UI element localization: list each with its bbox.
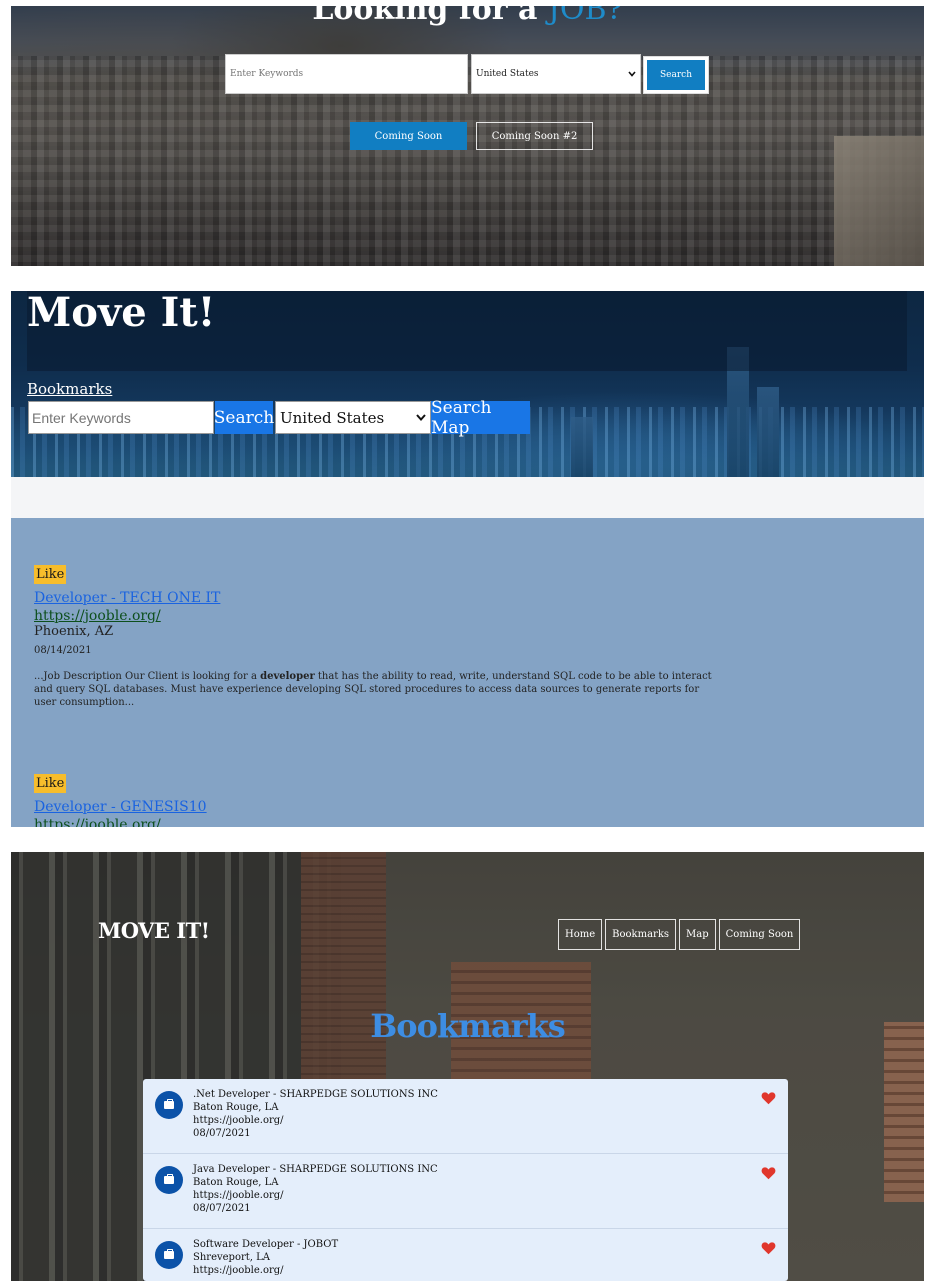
- job-result: Like Developer - TECH ONE IT https://joo…: [34, 563, 714, 709]
- bookmark-title: Software Developer - JOBOT: [193, 1239, 339, 1250]
- bookmark-date: 08/07/2021: [193, 1128, 251, 1139]
- hero-search-button-frame: Search: [643, 56, 709, 94]
- like-button[interactable]: Like: [34, 565, 67, 584]
- job-description-keyword: developer: [260, 671, 315, 682]
- country-select[interactable]: United States: [275, 401, 431, 434]
- spacer-strip: [11, 477, 924, 518]
- briefcase-icon: [155, 1241, 183, 1269]
- tower-decoration: [571, 417, 593, 477]
- list-item[interactable]: Java Developer - SHARPEDGE SOLUTIONS INC…: [143, 1154, 788, 1229]
- tower-decoration: [757, 387, 779, 477]
- hero-title-accent: JOB?: [547, 6, 623, 27]
- bookmark-date: 08/07/2021: [193, 1203, 251, 1214]
- bookmark-location: Baton Rouge, LA: [193, 1102, 279, 1113]
- bookmark-url: https://jooble.org/: [193, 1190, 284, 1201]
- page-title: Bookmarks: [370, 1007, 566, 1045]
- heart-icon[interactable]: [761, 1166, 776, 1180]
- like-button[interactable]: Like: [34, 774, 67, 793]
- job-location: Phoenix, AZ: [34, 624, 114, 639]
- move-it-header: Move It! Bookmarks Search United States …: [11, 291, 924, 477]
- coming-soon-button[interactable]: Coming Soon: [350, 122, 467, 150]
- bookmark-location: Baton Rouge, LA: [193, 1177, 279, 1188]
- main-nav: Home Bookmarks Map Coming Soon: [558, 919, 801, 950]
- heart-icon[interactable]: [761, 1241, 776, 1255]
- job-date: 08/14/2021: [34, 645, 92, 656]
- list-item[interactable]: Software Developer - JOBOT Shreveport, L…: [143, 1229, 788, 1281]
- chevron-down-icon: [628, 71, 636, 77]
- chevron-down-icon: [416, 414, 426, 421]
- bookmark-location: Shreveport, LA: [193, 1252, 270, 1263]
- job-results-list: Like Developer - TECH ONE IT https://joo…: [11, 518, 924, 827]
- site-title: Move It!: [27, 291, 216, 336]
- job-url-link[interactable]: https://jooble.org/: [34, 817, 714, 827]
- list-item[interactable]: .Net Developer - SHARPEDGE SOLUTIONS INC…: [143, 1079, 788, 1154]
- hero-search-button[interactable]: Search: [647, 60, 705, 90]
- hero-cliff-decoration: [834, 136, 924, 266]
- search-button[interactable]: Search: [214, 401, 274, 434]
- bookmark-title: .Net Developer - SHARPEDGE SOLUTIONS INC: [193, 1089, 438, 1100]
- hero-keywords-input[interactable]: [225, 54, 468, 94]
- keywords-input[interactable]: [28, 401, 214, 434]
- job-url-link[interactable]: https://jooble.org/: [34, 608, 714, 624]
- job-title-link[interactable]: Developer - TECH ONE IT: [34, 590, 714, 606]
- bookmark-title: Java Developer - SHARPEDGE SOLUTIONS INC: [193, 1164, 438, 1175]
- nav-coming-soon[interactable]: Coming Soon: [718, 919, 801, 950]
- bookmark-url: https://jooble.org/: [193, 1115, 284, 1126]
- coming-soon-2-button[interactable]: Coming Soon #2: [476, 122, 593, 150]
- bookmark-url: https://jooble.org/: [193, 1265, 284, 1276]
- bookmark-list: .Net Developer - SHARPEDGE SOLUTIONS INC…: [143, 1079, 788, 1281]
- country-value: United States: [280, 408, 385, 427]
- bookmarks-page: MOVE IT! Home Bookmarks Map Coming Soon …: [11, 852, 924, 1281]
- bookmarks-link[interactable]: Bookmarks: [27, 380, 112, 398]
- hero-title: Looking for a JOB?: [11, 6, 924, 27]
- nav-bookmarks[interactable]: Bookmarks: [605, 919, 677, 950]
- heart-icon[interactable]: [761, 1091, 776, 1105]
- hero-country-value: United States: [476, 69, 539, 79]
- briefcase-icon: [155, 1091, 183, 1119]
- job-result: Like Developer - GENESIS10 https://joobl…: [34, 772, 714, 827]
- job-title-link[interactable]: Developer - GENESIS10: [34, 799, 714, 815]
- job-description: ...Job Description Our Client is looking…: [34, 671, 712, 708]
- job-search-hero: Looking for a JOB? United States Search …: [11, 6, 924, 266]
- search-map-button[interactable]: Search Map: [431, 398, 530, 438]
- briefcase-icon: [155, 1166, 183, 1194]
- nav-map[interactable]: Map: [679, 919, 716, 950]
- hero-country-select[interactable]: United States: [471, 54, 641, 94]
- nav-home[interactable]: Home: [558, 919, 603, 950]
- site-logo[interactable]: MOVE IT!: [98, 918, 210, 943]
